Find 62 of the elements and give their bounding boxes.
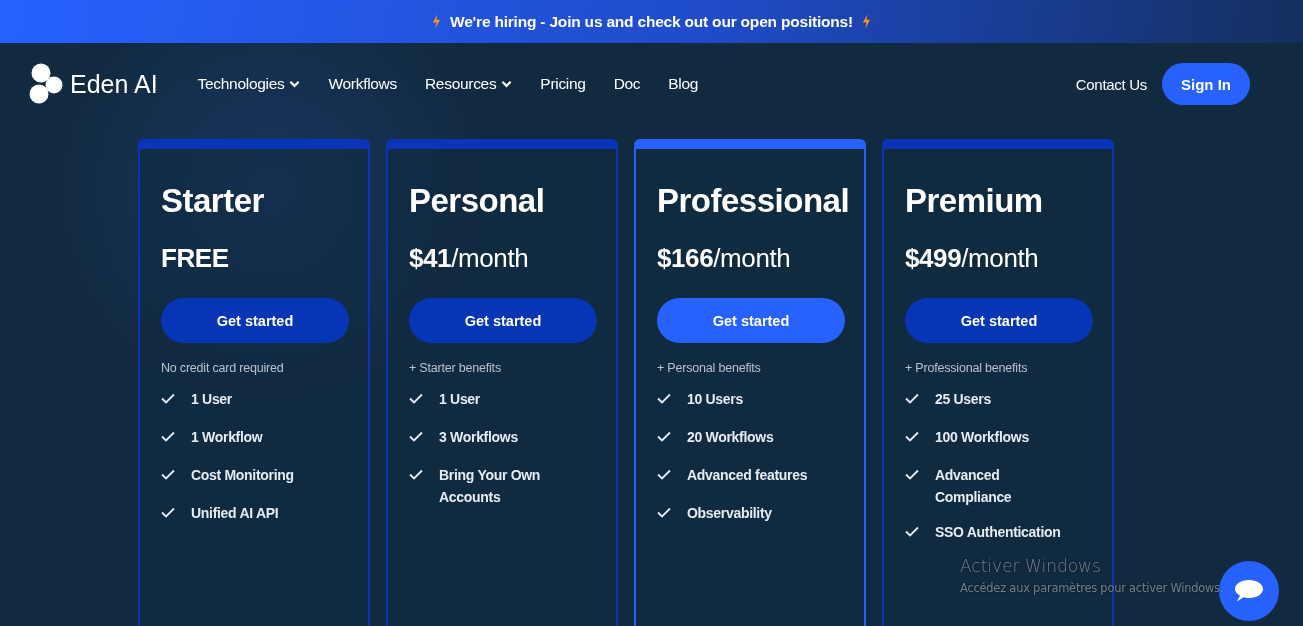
check-icon	[161, 507, 175, 518]
check-icon	[657, 431, 671, 442]
feature-text: Advanced features	[687, 466, 808, 485]
feature-text: 1 Workflow	[191, 428, 263, 447]
activation-watermark-title: Activer Windows	[960, 556, 1102, 576]
feature-text: 1 User	[439, 390, 480, 409]
check-icon	[905, 431, 919, 442]
plan-name: Professional	[657, 181, 851, 221]
nav-link[interactable]: Pricing	[540, 75, 586, 93]
get-started-button[interactable]: Get started	[161, 298, 349, 343]
plan-name: Starter	[161, 181, 265, 221]
lightning-icon	[862, 14, 871, 29]
announcement-banner[interactable]: We're hiring - Join us and check out our open positions!	[0, 0, 1303, 43]
plan-price: $166/month	[657, 243, 792, 274]
plan-note: No credit card required	[161, 361, 285, 375]
plan-name: Personal	[409, 181, 546, 221]
feature-text: Advanced Compliance	[935, 466, 1013, 507]
check-icon	[657, 393, 671, 404]
check-icon	[905, 393, 919, 404]
check-icon	[161, 431, 175, 442]
nav-link[interactable]: Resources	[424, 75, 513, 93]
plan-price: FREE	[161, 243, 230, 274]
lightning-icon	[432, 14, 441, 29]
plan-note: + Personal benefits	[657, 361, 762, 375]
nav-link[interactable]: Workflows	[328, 75, 397, 93]
check-icon	[161, 393, 175, 404]
check-icon	[409, 393, 423, 404]
feature-text: Bring Your Own Accounts	[439, 466, 542, 507]
get-started-button[interactable]: Get started	[657, 298, 845, 343]
plan-name: Premium	[905, 181, 1044, 221]
feature-text: 20 Workflows	[687, 428, 774, 447]
plan-note: + Professional benefits	[905, 361, 1029, 375]
feature-text: 10 Users	[687, 390, 743, 409]
nav-link[interactable]: Technologies	[197, 75, 301, 93]
check-icon	[409, 469, 423, 480]
check-icon	[657, 507, 671, 518]
feature-text: 25 Users	[935, 390, 991, 409]
nav-link[interactable]: Blog	[668, 75, 699, 93]
sign-in-button[interactable]: Sign In	[1162, 63, 1250, 105]
banner-text[interactable]: We're hiring - Join us and check out our open positions!	[450, 12, 853, 31]
check-icon	[409, 431, 423, 442]
speech-bubble-icon	[1234, 579, 1264, 603]
feature-text: 100 Workflows	[935, 428, 1029, 447]
feature-text: Unified AI API	[191, 504, 279, 523]
check-icon	[905, 469, 919, 480]
logo-icon[interactable]	[29, 63, 63, 105]
check-icon	[161, 469, 175, 480]
plan-price: $499/month	[905, 243, 1040, 274]
brand-name[interactable]: Eden AI	[70, 69, 158, 99]
check-icon	[905, 526, 919, 537]
feature-text: 1 User	[191, 390, 232, 409]
contact-link[interactable]: Contact Us	[1075, 75, 1147, 93]
feature-text: Cost Monitoring	[191, 466, 294, 485]
feature-text: 3 Workflows	[439, 428, 518, 447]
feature-text: Observability	[687, 504, 772, 523]
check-icon	[657, 469, 671, 480]
nav-link[interactable]: Doc	[613, 75, 641, 93]
plan-price: $41/month	[409, 243, 530, 274]
get-started-button[interactable]: Get started	[905, 298, 1093, 343]
feature-text: SSO Authentication	[935, 523, 1061, 542]
plan-note: + Starter benefits	[409, 361, 502, 375]
get-started-button[interactable]: Get started	[409, 298, 597, 343]
